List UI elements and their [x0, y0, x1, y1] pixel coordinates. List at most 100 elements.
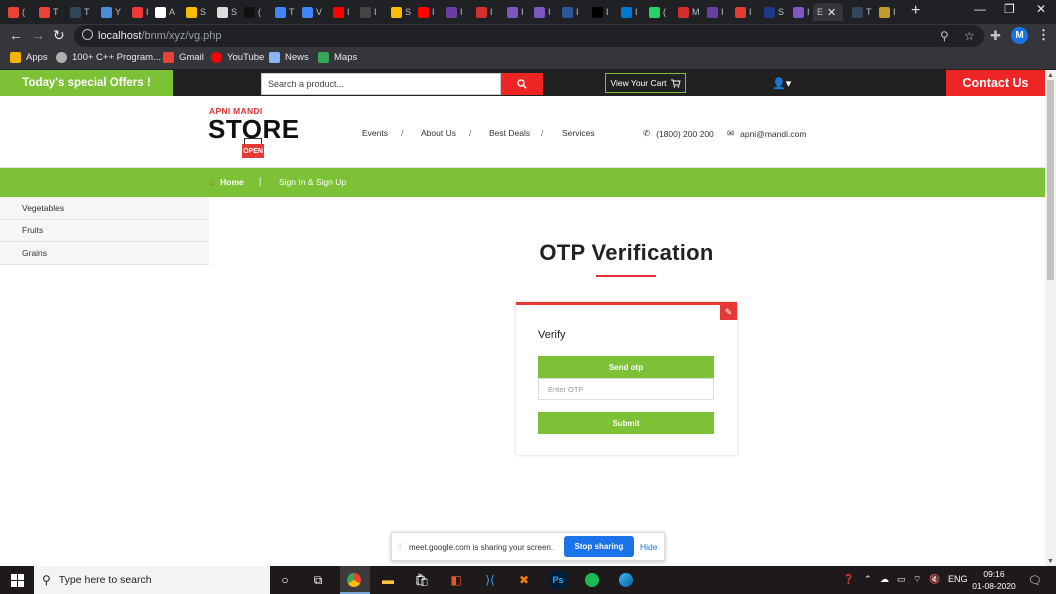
star-icon[interactable]: ☆: [964, 29, 975, 43]
product-search-input[interactable]: Search a product...: [261, 73, 501, 95]
pencil-icon[interactable]: ✎: [720, 305, 737, 320]
zoom-icon[interactable]: ⚲: [940, 29, 949, 43]
scrollbar-thumb[interactable]: [1047, 80, 1054, 280]
scroll-up-icon[interactable]: ▲: [1047, 72, 1054, 79]
windows-start-icon[interactable]: [0, 566, 34, 594]
category-fruits[interactable]: Fruits: [0, 219, 209, 242]
page-scrollbar[interactable]: ▲ ▼: [1045, 70, 1056, 566]
language-indicator[interactable]: ENG: [948, 574, 968, 584]
offers-banner[interactable]: Today's special Offers !: [0, 70, 173, 96]
file-explorer-icon[interactable]: ▬: [379, 571, 397, 589]
profile-avatar[interactable]: M: [1011, 27, 1028, 44]
tab[interactable]: I: [617, 3, 648, 21]
tab[interactable]: M: [674, 3, 705, 21]
tab-active[interactable]: E ✕: [813, 3, 843, 21]
breadcrumb-signin[interactable]: Sign In & Sign Up: [279, 177, 346, 187]
address-bar[interactable]: localhost/bnm/xyz/vg.php ⚲ ☆: [74, 25, 984, 47]
photoshop-icon[interactable]: Ps: [549, 571, 567, 589]
email-info[interactable]: ✉ apni@mandi.com: [727, 128, 806, 139]
hide-button[interactable]: Hide: [640, 542, 657, 552]
tab-title: I: [721, 7, 724, 17]
clock[interactable]: 09:16 01-08-2020: [969, 568, 1019, 592]
nav-services[interactable]: Services: [562, 128, 595, 138]
view-cart-button[interactable]: View Your Cart: [605, 73, 686, 93]
bookmark-cpp[interactable]: 100+ C++ Program...: [56, 52, 161, 63]
tab[interactable]: T: [66, 3, 97, 21]
help-icon[interactable]: ❓: [843, 574, 854, 585]
minimize-button[interactable]: —: [974, 2, 986, 16]
tab[interactable]: (: [240, 3, 271, 21]
tab[interactable]: S: [182, 3, 213, 21]
office-icon[interactable]: ◧: [447, 571, 465, 589]
nav-best-deals[interactable]: Best Deals: [489, 128, 530, 138]
send-otp-button[interactable]: Send otp: [538, 356, 714, 378]
tab[interactable]: I: [731, 3, 762, 21]
otp-input[interactable]: Enter OTP: [538, 378, 714, 400]
tab[interactable]: I: [530, 3, 561, 21]
search-button[interactable]: [501, 73, 543, 95]
spotify-icon[interactable]: [583, 571, 601, 589]
phone-info: ✆ (1800) 200 200: [643, 128, 714, 139]
category-vegetables[interactable]: Vegetables: [0, 197, 209, 220]
tab[interactable]: I: [875, 3, 906, 21]
submit-button[interactable]: Submit: [538, 412, 714, 434]
close-window-button[interactable]: ✕: [1036, 2, 1046, 16]
bookmark-news[interactable]: News: [269, 52, 309, 63]
tab[interactable]: T: [35, 3, 66, 21]
tab-title: T: [289, 7, 295, 17]
tab[interactable]: A: [151, 3, 182, 21]
chrome-icon[interactable]: [345, 571, 363, 589]
menu-icon[interactable]: ⋮: [1037, 27, 1050, 43]
tab[interactable]: I: [442, 3, 473, 21]
contact-us-button[interactable]: Contact Us: [946, 70, 1045, 96]
breadcrumb-home[interactable]: ⌂ Home: [209, 177, 244, 187]
cortana-icon[interactable]: ○: [276, 571, 294, 589]
chevron-up-icon[interactable]: ⌃: [864, 574, 872, 585]
nav-about-us[interactable]: About Us: [421, 128, 456, 138]
user-dropdown-icon[interactable]: 👤▾: [772, 77, 791, 90]
tab[interactable]: I: [414, 3, 445, 21]
bookmark-apps[interactable]: Apps: [10, 52, 48, 63]
tumblr-icon: [852, 6, 863, 18]
xampp-icon[interactable]: ✖: [515, 571, 533, 589]
tab[interactable]: I: [558, 3, 589, 21]
reload-icon[interactable]: ↻: [53, 27, 65, 44]
nav-events[interactable]: Events: [362, 128, 388, 138]
edge-icon[interactable]: [617, 571, 635, 589]
tab[interactable]: (: [645, 3, 676, 21]
tab-title: S: [778, 7, 785, 17]
tab-close-icon[interactable]: ✕: [827, 6, 836, 19]
browser-toolbar: ← → ↻ localhost/bnm/xyz/vg.php ⚲ ☆: [0, 24, 1056, 48]
wifi-icon[interactable]: ⌔: [913, 574, 921, 585]
stop-sharing-button[interactable]: Stop sharing: [564, 536, 634, 557]
tab[interactable]: I: [356, 3, 387, 21]
bookmark-gmail[interactable]: Gmail: [163, 52, 204, 63]
tab[interactable]: Y: [97, 3, 128, 21]
bookmark-maps[interactable]: Maps: [318, 52, 357, 63]
bookmark-youtube[interactable]: YouTube: [211, 52, 264, 63]
notification-icon[interactable]: 🗨: [1028, 574, 1042, 587]
store-icon[interactable]: 🛍: [413, 571, 431, 589]
battery-icon[interactable]: ▭: [897, 574, 906, 585]
site-info-icon[interactable]: [82, 29, 93, 40]
task-view-icon[interactable]: ⧉: [309, 571, 327, 589]
restore-button[interactable]: ❐: [1004, 2, 1015, 16]
taskbar-search-input[interactable]: ⚲ Type here to search: [34, 566, 270, 594]
vscode-icon[interactable]: ⟩⟨: [481, 571, 499, 589]
tab[interactable]: V: [298, 3, 329, 21]
weather-icon[interactable]: ☁: [880, 574, 889, 585]
pdf-icon: [735, 6, 746, 18]
scroll-down-icon[interactable]: ▼: [1047, 558, 1054, 565]
back-icon[interactable]: ←: [9, 27, 23, 43]
tab[interactable]: I: [472, 3, 503, 21]
tab[interactable]: I: [703, 3, 734, 21]
forward-icon[interactable]: →: [31, 27, 45, 43]
drag-handle-icon[interactable]: ⦙⦙: [398, 542, 402, 552]
tab[interactable]: (: [4, 3, 35, 21]
tab[interactable]: I: [588, 3, 619, 21]
tab-title: V: [316, 7, 323, 17]
extensions-icon[interactable]: ✚: [990, 28, 1001, 44]
new-tab-button[interactable]: +: [911, 2, 920, 20]
volume-muted-icon[interactable]: 🔇: [929, 574, 940, 585]
tab[interactable]: S: [760, 3, 791, 21]
